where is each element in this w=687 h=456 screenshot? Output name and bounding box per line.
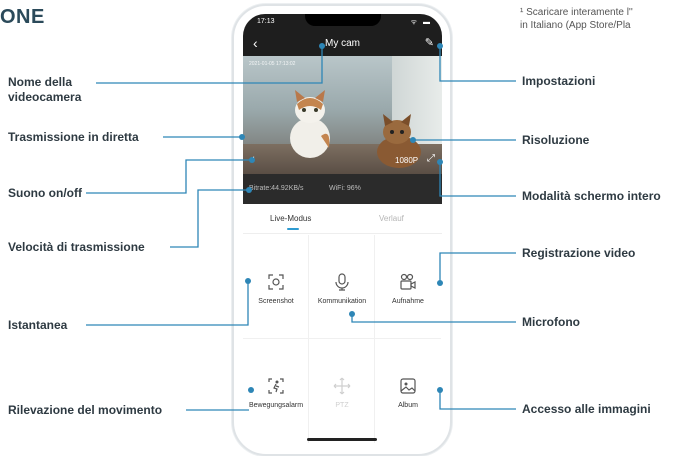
label-images: Accesso alle immagini	[522, 402, 651, 416]
album-button[interactable]: Album	[375, 339, 441, 443]
info-bar: Bitrate:44.92KB/s WiFi: 96%	[243, 174, 442, 204]
album-label: Album	[398, 402, 418, 409]
label-speed: Velocità di trasmissione	[8, 240, 145, 254]
resolution-button[interactable]: 1080P	[395, 156, 418, 165]
video-record-icon	[375, 273, 441, 296]
label-sound: Suono on/off	[8, 186, 82, 200]
label-camera-name: Nome della videocamera	[8, 75, 81, 105]
cat-image	[290, 90, 330, 158]
ptz-button[interactable]: PTZ	[309, 339, 375, 443]
fullscreen-icon[interactable]: ⤢	[427, 153, 435, 164]
page-heading: ONE	[0, 6, 45, 28]
motion-alarm-button[interactable]: Bewegungsalarm	[243, 339, 309, 443]
intercom-label: Kommunikation	[317, 298, 367, 305]
tab-live-mode[interactable]: Live-Modus	[270, 214, 311, 223]
tab-active-indicator	[287, 228, 299, 230]
status-time: 17:13	[257, 18, 275, 25]
home-indicator	[307, 438, 377, 441]
footnote-line-1: ¹ Scaricare interamente l''	[520, 7, 633, 18]
speaker-icon[interactable]: 🔈︎	[251, 154, 257, 165]
app-bar: ‹ My cam ✎	[243, 32, 442, 56]
ptz-label: PTZ	[335, 402, 349, 409]
status-bar: 17:13 ᯤ ▬	[243, 14, 442, 32]
label-resolution: Risoluzione	[522, 133, 590, 147]
footnote: ¹ Scaricare interamente l'' in Italiano …	[520, 6, 687, 32]
motion-label: Bewegungsalarm	[248, 402, 304, 409]
bitrate-text: Bitrate:44.92KB/s	[249, 185, 304, 192]
label-settings: Impostazioni	[522, 74, 596, 88]
label-camera-name-line1: Nome della	[8, 75, 73, 89]
label-motion: Rilevazione del movimento	[8, 403, 163, 417]
label-camera-name-line2: videocamera	[8, 90, 82, 104]
intercom-button[interactable]: Kommunikation	[309, 235, 375, 339]
label-fullscreen: Modalità schermo intero	[522, 189, 661, 203]
live-video[interactable]: 2021-01-05 17:13:02 🔈︎ 1080P ⤢	[243, 56, 442, 174]
microphone-icon	[309, 273, 375, 296]
tab-history[interactable]: Verlauf	[379, 214, 404, 223]
record-label: Aufnahme	[392, 298, 424, 305]
label-live: Trasmissione in diretta	[8, 130, 139, 144]
status-icons: ᯤ ▬	[410, 19, 432, 26]
motion-icon	[243, 377, 309, 400]
label-snapshot: Istantanea	[8, 318, 68, 332]
album-icon	[375, 377, 441, 400]
pencil-icon[interactable]: ✎	[425, 36, 434, 49]
screenshot-label: Screenshot	[258, 298, 294, 305]
wifi-text: WiFi: 96%	[329, 185, 361, 192]
screenshot-icon	[243, 273, 309, 296]
action-grid: Screenshot Kommunikation Aufnahme Bewegu…	[243, 235, 442, 443]
screenshot-button[interactable]: Screenshot	[243, 235, 309, 339]
footnote-line-2: in Italiano (App Store/Pla	[520, 20, 631, 31]
mode-tabs: Live-Modus Verlauf	[243, 204, 442, 234]
phone-notch	[305, 14, 381, 26]
video-timestamp: 2021-01-05 17:13:02	[249, 61, 296, 67]
ptz-icon	[309, 377, 375, 400]
label-mic: Microfono	[522, 315, 580, 329]
record-button[interactable]: Aufnahme	[375, 235, 441, 339]
camera-title: My cam	[325, 38, 360, 49]
phone-screen: 17:13 ᯤ ▬ ‹ My cam ✎ 2021-01-05 17:13:02…	[243, 14, 442, 448]
label-record: Registrazione video	[522, 246, 636, 260]
